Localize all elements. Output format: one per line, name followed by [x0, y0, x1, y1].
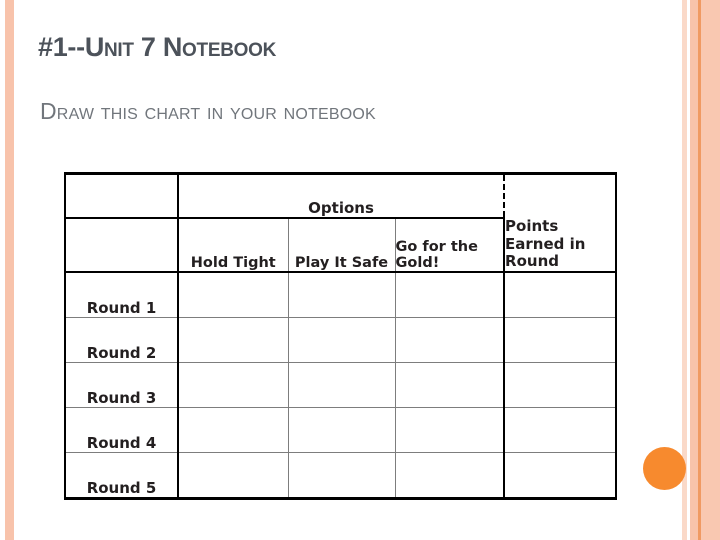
- slide-subtitle: Draw this chart in your notebook: [40, 98, 376, 124]
- row-label-round-2: Round 2: [64, 317, 179, 363]
- cell-round2-points[interactable]: [503, 317, 618, 363]
- table-row: Round 5: [64, 452, 618, 499]
- orange-circle-decoration: [643, 447, 686, 490]
- cell-round2-hold-tight[interactable]: [177, 317, 289, 363]
- cell-round2-go-for-gold[interactable]: [394, 317, 505, 363]
- column-header-play-it-safe: Play It Safe: [287, 217, 396, 273]
- table-row: Round 4: [64, 407, 618, 453]
- table-row: Round 1: [64, 271, 618, 318]
- table-row: Round 3: [64, 362, 618, 408]
- options-group-header: Options: [176, 173, 505, 219]
- cell-round4-hold-tight[interactable]: [177, 407, 289, 453]
- cell-round3-go-for-gold[interactable]: [394, 362, 505, 408]
- right-accent-stripe-3: [698, 0, 701, 540]
- table-header-row-group: Options Points Earned in Round: [64, 173, 618, 273]
- right-accent-stripe-4: [701, 0, 720, 540]
- row-label-round-3: Round 3: [64, 362, 179, 408]
- cell-round5-go-for-gold[interactable]: [394, 452, 505, 499]
- cell-round4-points[interactable]: [503, 407, 618, 453]
- corner-blank-cell-2: [64, 217, 179, 273]
- row-label-round-4: Round 4: [64, 407, 179, 453]
- cell-round2-play-it-safe[interactable]: [287, 317, 396, 363]
- column-header-go-for-the-gold: Go for the Gold!: [394, 217, 506, 273]
- left-accent-stripe: [5, 0, 14, 540]
- cell-round4-go-for-gold[interactable]: [394, 407, 505, 453]
- table-row: Round 2: [64, 317, 618, 363]
- cell-round5-hold-tight[interactable]: [177, 452, 289, 499]
- cell-round5-points[interactable]: [503, 452, 618, 499]
- cell-round3-points[interactable]: [503, 362, 618, 408]
- cell-round1-points[interactable]: [503, 271, 618, 318]
- slide-title: #1--Unit 7 Notebook: [38, 32, 276, 62]
- cell-round3-hold-tight[interactable]: [177, 362, 289, 408]
- points-earned-header: Points Earned in Round: [503, 173, 618, 273]
- cell-round1-go-for-gold[interactable]: [394, 271, 505, 318]
- cell-round1-play-it-safe[interactable]: [287, 271, 396, 318]
- cell-round5-play-it-safe[interactable]: [287, 452, 396, 499]
- column-header-hold-tight: Hold Tight: [177, 217, 289, 273]
- corner-blank-cell: [64, 173, 179, 219]
- slide-canvas: #1--Unit 7 Notebook Draw this chart in y…: [0, 0, 720, 540]
- cell-round4-play-it-safe[interactable]: [287, 407, 396, 453]
- right-accent-stripe-2: [690, 0, 698, 540]
- worksheet-chart: Options Points Earned in Round Hold Tigh…: [64, 172, 618, 500]
- options-rounds-table: Options Points Earned in Round Hold Tigh…: [64, 172, 618, 500]
- cell-round1-hold-tight[interactable]: [177, 271, 289, 318]
- row-label-round-1: Round 1: [64, 271, 179, 318]
- cell-round3-play-it-safe[interactable]: [287, 362, 396, 408]
- row-label-round-5: Round 5: [64, 452, 179, 499]
